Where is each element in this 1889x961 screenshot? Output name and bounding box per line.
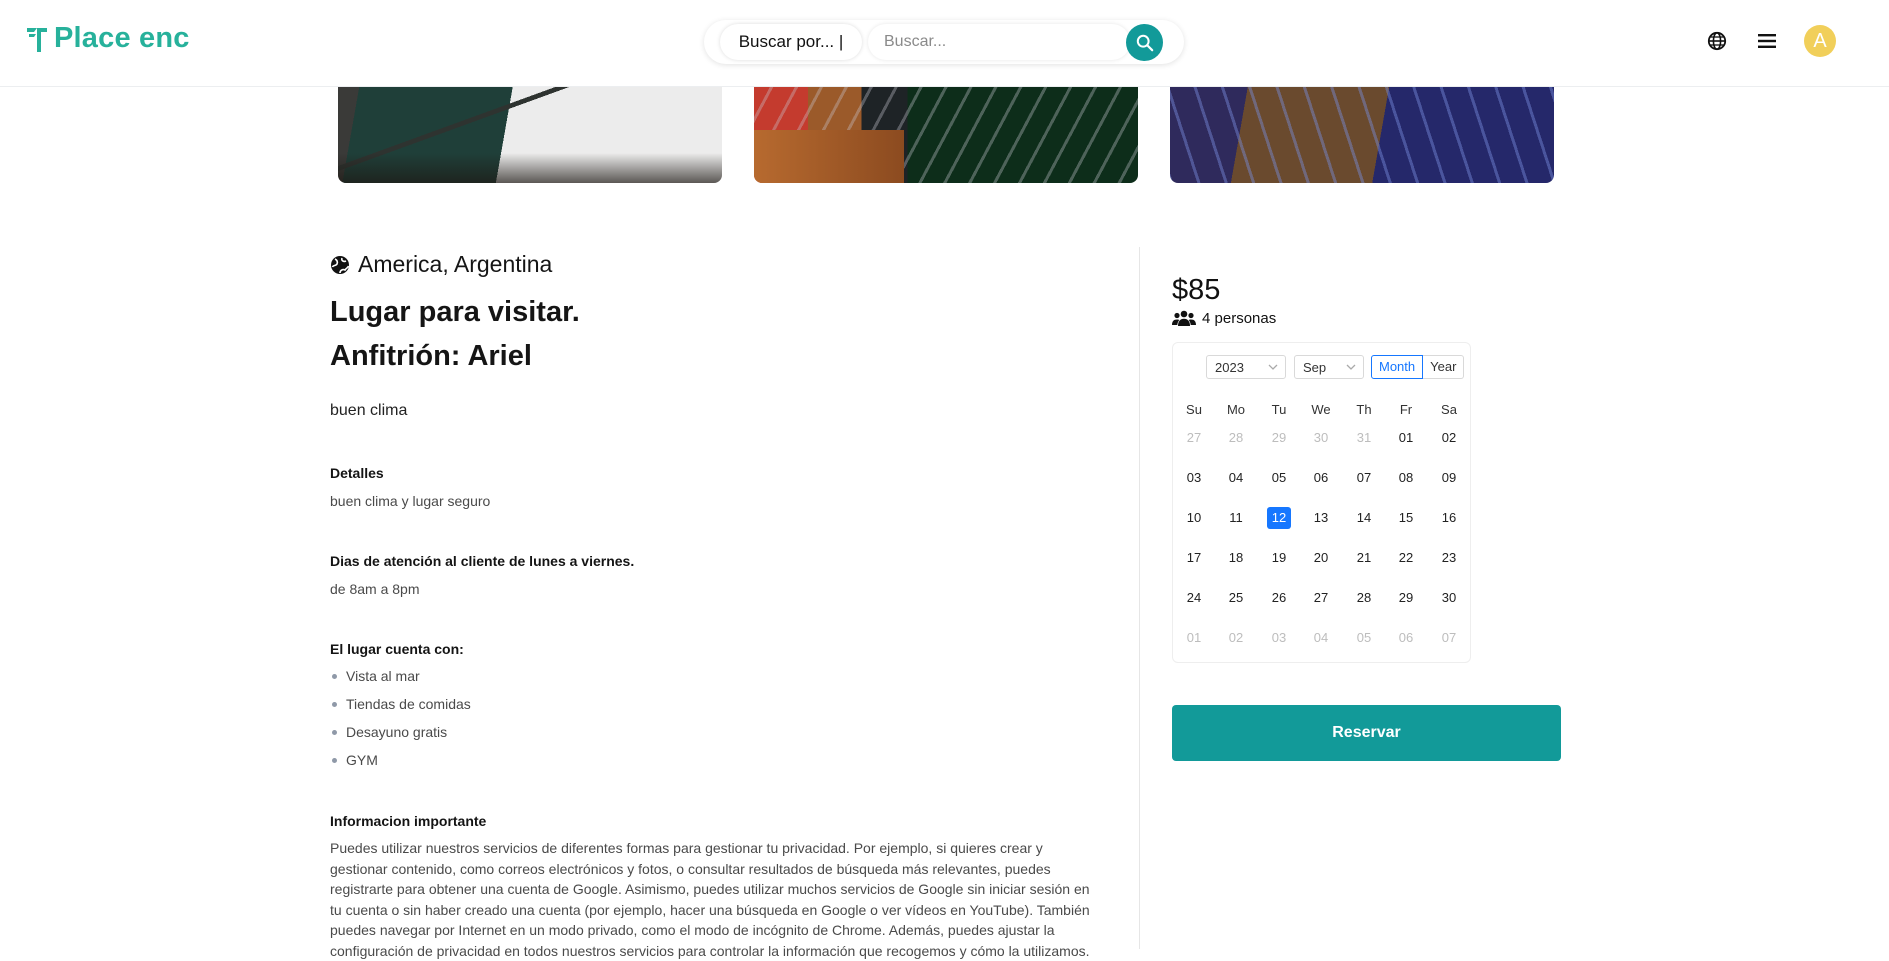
- calendar-day[interactable]: 05: [1352, 627, 1376, 649]
- mode-year-button[interactable]: Year: [1423, 355, 1465, 379]
- calendar-day[interactable]: 09: [1437, 467, 1461, 489]
- weekday-label: Mo: [1226, 402, 1246, 417]
- service-hours-text: de 8am a 8pm: [330, 581, 420, 597]
- weekday-label: Tu: [1271, 402, 1287, 417]
- listing-title: Lugar para visitar. Anfitrión: Ariel: [330, 290, 580, 378]
- calendar-day[interactable]: 19: [1267, 547, 1291, 569]
- weekday-label: Fr: [1399, 402, 1413, 417]
- language-globe-icon[interactable]: [1705, 29, 1729, 53]
- calendar-day[interactable]: 28: [1352, 587, 1376, 609]
- weekday-label: Sa: [1441, 402, 1457, 417]
- calendar-day[interactable]: 03: [1182, 467, 1206, 489]
- details-text: buen clima y lugar seguro: [330, 493, 491, 509]
- calendar-day[interactable]: 12: [1267, 507, 1291, 529]
- location-text: America, Argentina: [358, 251, 553, 277]
- price: $85: [1172, 274, 1221, 306]
- feature-item: Desayuno gratis: [330, 718, 471, 746]
- calendar-day[interactable]: 06: [1309, 467, 1333, 489]
- listing-location: America, Argentina: [330, 251, 552, 278]
- calendar-day[interactable]: 22: [1394, 547, 1418, 569]
- year-select[interactable]: 2023: [1206, 355, 1286, 379]
- logo[interactable]: Place enc: [26, 22, 190, 55]
- search-input[interactable]: [868, 24, 1130, 60]
- calendar-day[interactable]: 02: [1437, 427, 1461, 449]
- calendar-day[interactable]: 08: [1394, 467, 1418, 489]
- calendar-day[interactable]: 28: [1224, 427, 1248, 449]
- calendar-day[interactable]: 29: [1394, 587, 1418, 609]
- feature-item: Vista al mar: [330, 662, 471, 690]
- calendar-day[interactable]: 01: [1182, 627, 1206, 649]
- reserve-button[interactable]: Reservar: [1172, 705, 1561, 761]
- hamburger-menu-icon[interactable]: [1755, 29, 1779, 53]
- guest-capacity: 4 personas: [1172, 310, 1276, 327]
- calendar-day[interactable]: 10: [1182, 507, 1206, 529]
- calendar-day[interactable]: 01: [1394, 427, 1418, 449]
- calendar-day[interactable]: 25: [1224, 587, 1248, 609]
- calendar-day[interactable]: 02: [1224, 627, 1248, 649]
- month-value: Sep: [1303, 359, 1327, 375]
- calendar-day[interactable]: 27: [1182, 427, 1206, 449]
- calendar-mode-switch: Month Year: [1371, 355, 1465, 379]
- availability-calendar: 2023 Sep Month Year Su Mo Tu We Th Fr Sa 27 28 29…: [1172, 342, 1471, 663]
- service-hours-heading: Dias de atención al cliente de lunes a v…: [330, 553, 635, 569]
- weekday-label: Th: [1356, 402, 1372, 417]
- weekday-label: Su: [1186, 402, 1202, 417]
- calendar-day[interactable]: 20: [1309, 547, 1333, 569]
- feature-item: Tiendas de comidas: [330, 690, 471, 718]
- calendar-day[interactable]: 03: [1267, 627, 1291, 649]
- calendar-day[interactable]: 29: [1267, 427, 1291, 449]
- top-navbar: Place enc Buscar por... | A: [0, 0, 1889, 87]
- listing-host: Anfitrión: Ariel: [330, 340, 532, 372]
- search-bar: Buscar por... |: [704, 20, 1184, 64]
- features-heading: El lugar cuenta con:: [330, 641, 464, 657]
- calendar-day[interactable]: 31: [1352, 427, 1376, 449]
- mode-month-button[interactable]: Month: [1371, 355, 1424, 379]
- calendar-day[interactable]: 14: [1352, 507, 1376, 529]
- important-info-text: Puedes utilizar nuestros servicios de di…: [330, 840, 1090, 959]
- user-avatar[interactable]: A: [1804, 25, 1836, 57]
- calendar-day[interactable]: 17: [1182, 547, 1206, 569]
- calendar-day[interactable]: 05: [1267, 467, 1291, 489]
- calendar-day[interactable]: 13: [1309, 507, 1333, 529]
- users-group-icon: [1172, 310, 1196, 326]
- calendar-day[interactable]: 11: [1224, 507, 1248, 529]
- calendar-day[interactable]: 15: [1394, 507, 1418, 529]
- calendar-day[interactable]: 30: [1437, 587, 1461, 609]
- search-type-select[interactable]: Buscar por... |: [720, 24, 862, 60]
- calendar-day[interactable]: 27: [1309, 587, 1333, 609]
- search-button[interactable]: [1126, 24, 1163, 61]
- guest-text: 4 personas: [1202, 310, 1277, 327]
- calendar-day[interactable]: 07: [1352, 467, 1376, 489]
- year-value: 2023: [1215, 359, 1244, 375]
- logo-text: Place enc: [54, 22, 190, 54]
- chevron-down-icon: [1268, 364, 1278, 370]
- logo-mark-icon: [27, 27, 47, 52]
- calendar-day[interactable]: 06: [1394, 627, 1418, 649]
- calendar-day[interactable]: 23: [1437, 547, 1461, 569]
- calendar-day[interactable]: 04: [1309, 627, 1333, 649]
- features-list: Vista al mar Tiendas de comidas Desayuno…: [330, 662, 471, 774]
- month-select[interactable]: Sep: [1294, 355, 1364, 379]
- calendar-day[interactable]: 24: [1182, 587, 1206, 609]
- column-divider: [1139, 247, 1140, 949]
- globe-icon: [331, 255, 350, 274]
- calendar-day[interactable]: 18: [1224, 547, 1248, 569]
- calendar-day[interactable]: 07: [1437, 627, 1461, 649]
- calendar-day[interactable]: 21: [1352, 547, 1376, 569]
- weekday-label: We: [1311, 402, 1331, 417]
- listing-short-description: buen clima: [330, 402, 408, 419]
- calendar-day[interactable]: 30: [1309, 427, 1333, 449]
- feature-item: GYM: [330, 746, 471, 774]
- calendar-day[interactable]: 26: [1267, 587, 1291, 609]
- listing-title-text: Lugar para visitar.: [330, 296, 580, 328]
- search-icon: [1136, 34, 1153, 51]
- important-info-heading: Informacion importante: [330, 813, 487, 829]
- calendar-day[interactable]: 04: [1224, 467, 1248, 489]
- details-heading: Detalles: [330, 465, 384, 481]
- chevron-down-icon: [1346, 364, 1356, 370]
- calendar-day[interactable]: 16: [1437, 507, 1461, 529]
